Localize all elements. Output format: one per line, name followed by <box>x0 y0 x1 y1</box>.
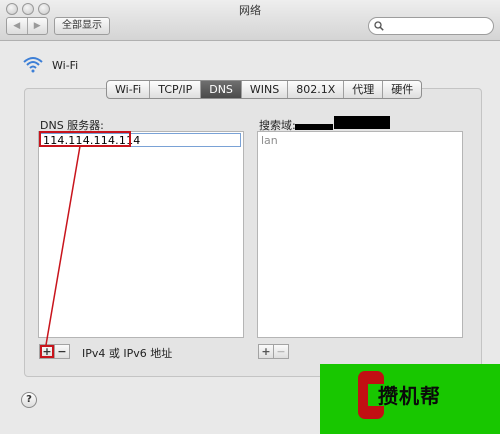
wifi-icon <box>23 57 43 73</box>
tab-tcpip[interactable]: TCP/IP <box>149 81 200 98</box>
tab-dns[interactable]: DNS <box>200 81 241 98</box>
tab-hardware[interactable]: 硬件 <box>382 81 421 98</box>
dns-add-remove-buttons: + − <box>39 344 70 359</box>
add-search-domain-button[interactable]: + <box>259 345 273 358</box>
tab-proxy[interactable]: 代理 <box>343 81 382 98</box>
search-domain-value[interactable]: lan <box>261 134 278 147</box>
tab-wifi[interactable]: Wi-Fi <box>107 81 149 98</box>
highlight-box <box>39 131 131 147</box>
back-button[interactable]: ◀ <box>7 18 27 34</box>
interface-name: Wi-Fi <box>52 59 79 72</box>
address-hint: IPv4 或 IPv6 地址 <box>82 347 173 360</box>
tab-wins[interactable]: WINS <box>240 81 287 98</box>
search-domains-list[interactable] <box>257 131 463 338</box>
search-icon <box>374 21 384 31</box>
remove-dns-server-button[interactable]: − <box>54 345 69 358</box>
search-input[interactable] <box>368 17 494 35</box>
show-all-button[interactable]: 全部显示 <box>54 17 110 35</box>
window-title: 网络 <box>239 4 261 17</box>
remove-search-domain-button[interactable]: − <box>273 345 288 358</box>
search-add-remove-buttons: + − <box>258 344 289 359</box>
forward-button[interactable]: ▶ <box>26 18 48 34</box>
tab-bar: Wi-Fi TCP/IP DNS WINS 802.1X 代理 硬件 <box>106 80 423 99</box>
tab-8021x[interactable]: 802.1X <box>287 81 343 98</box>
chevron-right-icon: ▶ <box>33 21 41 31</box>
network-preferences-window: 网络 ◀ ▶ 全部显示 Wi-Fi Wi-Fi TCP/IP DNS WINS … <box>0 0 500 434</box>
redaction-bar <box>295 124 333 130</box>
redaction-bar <box>334 116 390 129</box>
help-button[interactable]: ? <box>21 392 37 408</box>
add-dns-server-button[interactable]: + <box>40 345 54 358</box>
watermark-text: 攒机帮 <box>378 384 441 408</box>
dns-servers-list[interactable] <box>38 131 244 338</box>
title-bar: 网络 ◀ ▶ 全部显示 <box>0 0 500 41</box>
chevron-left-icon: ◀ <box>13 21 21 31</box>
back-forward-group: ◀ ▶ <box>6 17 48 35</box>
